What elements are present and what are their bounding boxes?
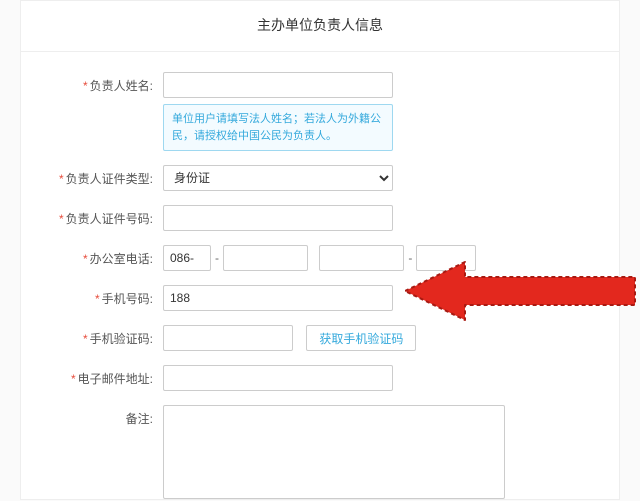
sms-code-input[interactable] bbox=[163, 325, 293, 351]
hint-name: 单位用户请填写法人姓名；若法人为外籍公民，请授权给中国公民为负责人。 bbox=[163, 104, 393, 151]
label-id-number: *负责人证件号码: bbox=[21, 205, 163, 227]
label-sms-code: *手机验证码: bbox=[21, 325, 163, 347]
label-name: *负责人姓名: bbox=[21, 72, 163, 94]
id-number-input[interactable] bbox=[163, 205, 393, 231]
row-name: *负责人姓名: 单位用户请填写法人姓名；若法人为外籍公民，请授权给中国公民为负责… bbox=[21, 72, 581, 151]
row-id-number: *负责人证件号码: bbox=[21, 205, 581, 231]
id-type-select[interactable]: 身份证 bbox=[163, 165, 393, 191]
label-email: *电子邮件地址: bbox=[21, 365, 163, 387]
row-mobile: *手机号码: bbox=[21, 285, 581, 311]
row-id-type: *负责人证件类型: 身份证 bbox=[21, 165, 581, 191]
office-ext-input[interactable] bbox=[416, 245, 476, 271]
row-sms-code: *手机验证码: 获取手机验证码 bbox=[21, 325, 581, 351]
label-mobile: *手机号码: bbox=[21, 285, 163, 307]
row-office-phone: *办公室电话: - - bbox=[21, 245, 581, 271]
label-id-type: *负责人证件类型: bbox=[21, 165, 163, 187]
row-remark: 备注: 个体工商户无字号的需在备注中说明原因。 bbox=[21, 405, 581, 501]
dash-3: - bbox=[408, 251, 412, 265]
label-remark: 备注: bbox=[21, 405, 163, 427]
row-email: *电子邮件地址: bbox=[21, 365, 581, 391]
office-num-input[interactable] bbox=[319, 245, 404, 271]
remark-textarea[interactable] bbox=[163, 405, 505, 499]
form-panel: 主办单位负责人信息 *负责人姓名: 单位用户请填写法人姓名；若法人为外籍公民，请… bbox=[20, 0, 620, 500]
panel-inner: *负责人姓名: 单位用户请填写法人姓名；若法人为外籍公民，请授权给中国公民为负责… bbox=[21, 51, 619, 501]
label-office-phone: *办公室电话: bbox=[21, 245, 163, 267]
mobile-input[interactable] bbox=[163, 285, 393, 311]
panel-title: 主办单位负责人信息 bbox=[21, 15, 619, 35]
get-sms-button[interactable]: 获取手机验证码 bbox=[306, 325, 416, 351]
email-input[interactable] bbox=[163, 365, 393, 391]
office-cc-input[interactable] bbox=[163, 245, 211, 271]
dash-1: - bbox=[215, 251, 219, 265]
office-area-input[interactable] bbox=[223, 245, 308, 271]
dash-2 bbox=[312, 251, 315, 265]
name-input[interactable] bbox=[163, 72, 393, 98]
